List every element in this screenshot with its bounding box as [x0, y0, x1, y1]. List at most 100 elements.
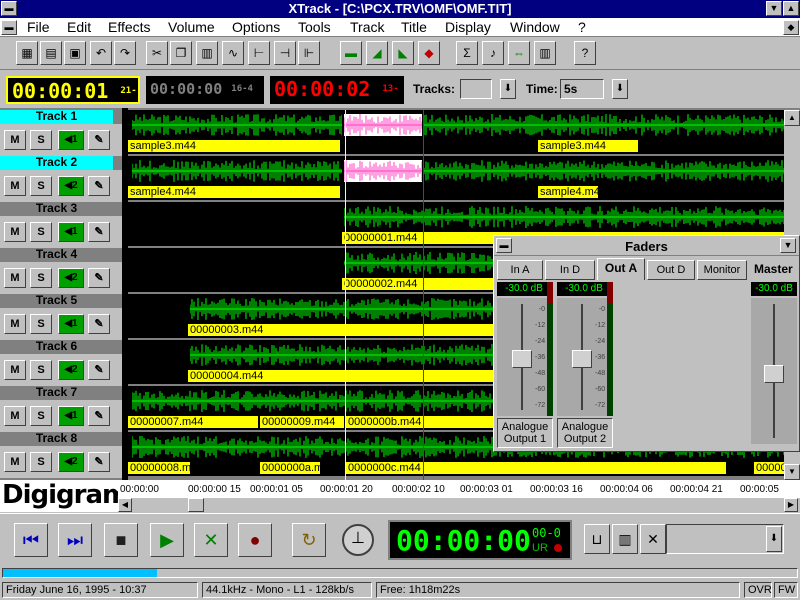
waveform[interactable]: [344, 160, 422, 182]
scroll-right-icon[interactable]: ▶: [784, 498, 798, 512]
speaker-icon[interactable]: ◀1: [58, 406, 84, 426]
range-icon[interactable]: ⊩: [298, 41, 320, 65]
document-menu-button[interactable]: ▬: [1, 20, 17, 35]
waveform[interactable]: [132, 160, 342, 182]
document-restore-button[interactable]: ◆: [783, 20, 799, 35]
speaker-icon[interactable]: ◀2: [58, 268, 84, 288]
mute-button[interactable]: M: [4, 130, 26, 150]
fade-in-icon[interactable]: ◢: [366, 41, 388, 65]
clip-label[interactable]: sample4.m44: [538, 186, 598, 198]
record-arm-icon[interactable]: ✎: [88, 130, 110, 150]
waveform[interactable]: [344, 206, 784, 228]
note-icon[interactable]: ♪: [482, 41, 504, 65]
track-label[interactable]: Track 2: [0, 156, 113, 170]
cut-icon[interactable]: ✂: [146, 41, 168, 65]
paste-icon[interactable]: ▥: [196, 41, 218, 65]
solo-button[interactable]: S: [30, 176, 52, 196]
solo-button[interactable]: S: [30, 452, 52, 472]
menu-effects[interactable]: Effects: [108, 19, 151, 35]
split-icon[interactable]: ⊢: [248, 41, 270, 65]
speaker-icon[interactable]: ◀1: [58, 130, 84, 150]
record-arm-icon[interactable]: ✎: [88, 268, 110, 288]
channel-1-fader-knob[interactable]: [512, 350, 532, 368]
menu-display[interactable]: Display: [445, 19, 491, 35]
waveform[interactable]: [424, 114, 784, 136]
track-lane[interactable]: sample3.m44 sample3.m44: [128, 110, 784, 156]
shuffle-icon[interactable]: ✕: [194, 523, 228, 557]
clip-label[interactable]: 00000008.m: [128, 462, 190, 474]
undo-icon[interactable]: ↶: [90, 41, 112, 65]
tab-out-a[interactable]: Out A: [597, 258, 645, 280]
clip-label[interactable]: sample4.m44: [128, 186, 340, 198]
track-label[interactable]: Track 1: [0, 110, 113, 124]
maximize-button[interactable]: ▲: [783, 1, 799, 16]
play-cursor[interactable]: [423, 110, 424, 480]
wave-icon[interactable]: ∿: [222, 41, 244, 65]
track-lane[interactable]: sample4.m44 sample4.m44: [128, 156, 784, 202]
clip-label[interactable]: 00000007.m44: [128, 416, 258, 428]
solo-button[interactable]: S: [30, 130, 52, 150]
stop-icon[interactable]: ■: [104, 523, 138, 557]
clock-icon[interactable]: ⊥: [342, 524, 374, 556]
speaker-icon[interactable]: ◀2: [58, 176, 84, 196]
sync-icon[interactable]: ⇔: [508, 41, 530, 65]
mute-button[interactable]: M: [4, 452, 26, 472]
time-dropdown-icon[interactable]: ⬇: [612, 79, 628, 99]
record-arm-icon[interactable]: ✎: [88, 360, 110, 380]
loop-icon[interactable]: ↻: [292, 523, 326, 557]
clip-label[interactable]: 0000000a.m: [260, 462, 320, 474]
menu-options[interactable]: Options: [232, 19, 280, 35]
speaker-icon[interactable]: ◀1: [58, 314, 84, 334]
track-label[interactable]: Track 5: [0, 294, 113, 308]
record-icon[interactable]: ●: [238, 523, 272, 557]
cross-tool-icon[interactable]: ✕: [640, 524, 666, 554]
track-label[interactable]: Track 6: [0, 340, 113, 354]
system-menu-button[interactable]: ▬: [1, 1, 17, 16]
time-input[interactable]: 5s: [560, 79, 604, 99]
tab-monitor[interactable]: Monitor: [697, 260, 747, 280]
mixer-icon[interactable]: ▥: [534, 41, 556, 65]
menu-tools[interactable]: Tools: [298, 19, 331, 35]
mix-icon[interactable]: Σ: [456, 41, 478, 65]
solo-button[interactable]: S: [30, 360, 52, 380]
grid-tool-icon[interactable]: ▥: [612, 524, 638, 554]
play-icon[interactable]: ▶: [150, 523, 184, 557]
track-label[interactable]: Track 4: [0, 248, 113, 262]
clip-label[interactable]: sample3.m44: [538, 140, 638, 152]
scroll-down-icon[interactable]: ▼: [784, 464, 800, 480]
mute-button[interactable]: M: [4, 176, 26, 196]
clip-label[interactable]: 0000000c.m44: [346, 462, 726, 474]
speaker-icon[interactable]: ◀2: [58, 452, 84, 472]
track-label[interactable]: Track 7: [0, 386, 113, 400]
clip-label[interactable]: 00000009.m44: [260, 416, 344, 428]
mute-button[interactable]: M: [4, 314, 26, 334]
mute-button[interactable]: M: [4, 268, 26, 288]
record-arm-icon[interactable]: ✎: [88, 406, 110, 426]
tracks-dropdown-icon[interactable]: ⬇: [500, 79, 516, 99]
menu-volume[interactable]: Volume: [168, 19, 215, 35]
record-arm-icon[interactable]: ✎: [88, 176, 110, 196]
record-arm-icon[interactable]: ✎: [88, 222, 110, 242]
scroll-left-icon[interactable]: ◀: [118, 498, 132, 512]
menu-window[interactable]: Window: [510, 19, 560, 35]
copy-icon[interactable]: ❐: [170, 41, 192, 65]
solo-button[interactable]: S: [30, 406, 52, 426]
solo-button[interactable]: S: [30, 222, 52, 242]
rewind-icon[interactable]: ⏮: [14, 523, 48, 557]
record-arm-icon[interactable]: ✎: [88, 314, 110, 334]
master-fader-knob[interactable]: [764, 365, 784, 383]
tracks-input[interactable]: [460, 79, 492, 99]
speaker-icon[interactable]: ◀2: [58, 360, 84, 380]
channel-2-fader-knob[interactable]: [572, 350, 592, 368]
clip-label[interactable]: sample3.m44: [128, 140, 340, 152]
menu-help[interactable]: ?: [578, 19, 586, 35]
waveform[interactable]: [132, 114, 342, 136]
track-label[interactable]: Track 3: [0, 202, 113, 216]
mute-button[interactable]: M: [4, 406, 26, 426]
tab-in-a[interactable]: In A: [497, 260, 543, 280]
tab-out-d[interactable]: Out D: [647, 260, 695, 280]
speaker-icon[interactable]: ◀1: [58, 222, 84, 242]
scroll-up-icon[interactable]: ▲: [784, 110, 800, 126]
minimize-button[interactable]: ▼: [766, 1, 782, 16]
record-arm-icon[interactable]: ✎: [88, 452, 110, 472]
